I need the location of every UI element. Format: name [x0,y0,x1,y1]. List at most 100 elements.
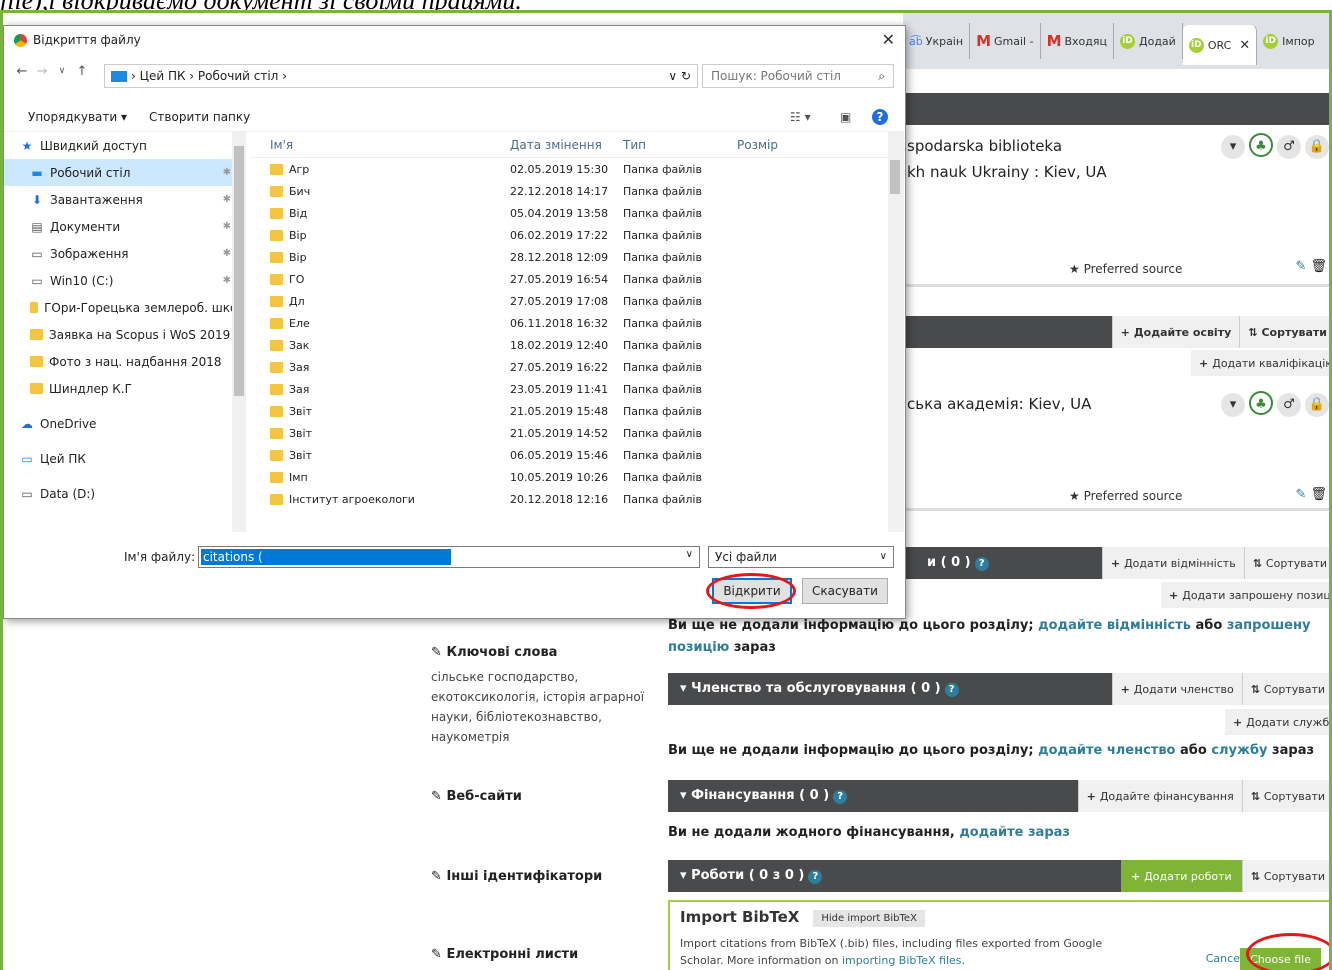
file-row[interactable]: Зак 18.02.2019 12:40 Папка файлів [250,334,890,356]
visibility-limited-icon[interactable]: ♂ [1277,135,1301,159]
help-icon[interactable]: ? [944,683,959,697]
file-type-select[interactable]: Усі файли ∨ [708,546,894,568]
nav-item[interactable]: Заявка на Scopus і WoS 2019 [4,321,245,348]
sort-button[interactable]: ⇅ Сортувати [1241,673,1329,705]
trusted-parties-icon[interactable]: ♣ [1249,391,1273,415]
nav-item[interactable]: ⬇ Завантаження ✱ [4,186,245,213]
tab-gmail[interactable]: M Gmail - [970,23,1041,59]
sort-button[interactable]: ⇅ Сортувати [1241,860,1329,892]
search-icon[interactable]: ⌕ [878,69,885,84]
importing-bibtex-link[interactable]: importing BibTeX files [842,954,962,967]
nav-item[interactable]: Фото з нац. надбання 2018 [4,348,245,375]
membership-title[interactable]: ▾ Членство та обслуговування ( 0 )? [668,681,1112,697]
funding-title[interactable]: ▾ Фінансування ( 0 )? [668,788,1078,804]
lock-icon[interactable]: 🔒 [1305,135,1329,159]
cancel-link[interactable]: Cancel [1206,952,1243,965]
breadcrumb-item[interactable]: Цей ПК [140,69,186,83]
add-funding-link[interactable]: додайте зараз [959,825,1070,840]
add-education-button[interactable]: + Додайте освіту [1111,316,1240,348]
close-icon[interactable]: ✕ [1239,38,1250,53]
file-row[interactable]: Зая 23.05.2019 11:41 Папка файлів [250,378,890,400]
tab-ukr[interactable]: a͡b Украін [903,23,971,59]
preview-pane-icon[interactable]: ▣ [840,110,851,124]
refresh-icon[interactable]: ∨ ↻ [668,69,691,83]
add-qualification-button[interactable]: + Додати кваліфікацію [1191,350,1329,376]
help-icon[interactable]: ? [833,790,848,804]
trusted-parties-icon[interactable]: ♣ [1249,133,1273,157]
visibility-limited-icon[interactable]: ♂ [1277,393,1301,417]
nav-item[interactable]: ☁ OneDrive [4,410,245,437]
cancel-button[interactable]: Скасувати [802,578,888,604]
file-row[interactable]: Звіт 06.05.2019 15:46 Папка файлів [250,444,890,466]
add-invited-position-button[interactable]: + Додати запрошену позицію [1161,582,1329,608]
tab-orcid[interactable]: iD ORC ✕ [1182,25,1258,65]
column-size[interactable]: Розмір [737,138,778,152]
file-row[interactable]: Інститут агроекологи 20.12.2018 12:16 Папк… [250,488,890,510]
edit-icon[interactable]: ✎ [431,789,442,804]
file-row[interactable]: Дл 27.05.2019 17:08 Папка файлів [250,290,890,312]
file-row[interactable]: Агр 02.05.2019 15:30 Папка файлів [250,158,890,180]
add-membership-button[interactable]: + Додати членство [1111,673,1242,705]
chevron-down-icon[interactable]: ∨ [52,66,72,76]
nav-item[interactable]: Шиндлер К.Г [4,375,245,402]
nav-item[interactable]: ▤ Документи ✱ [4,213,245,240]
file-row[interactable]: Еле 06.11.2018 16:32 Папка файлів [250,312,890,334]
help-icon[interactable]: ? [872,108,888,125]
help-icon[interactable]: ? [974,557,989,571]
back-arrow-icon[interactable]: ← [12,64,32,79]
help-icon[interactable]: ? [808,870,823,884]
up-arrow-icon[interactable]: ↑ [72,64,92,79]
trash-icon[interactable]: 🗑 [1310,259,1327,274]
column-date[interactable]: Дата змінення [510,138,623,152]
file-row[interactable]: Вір 28.12.2018 12:09 Папка файлів [250,246,890,268]
column-name[interactable]: Ім'я [250,138,510,152]
file-row[interactable]: Від 05.04.2019 13:58 Папка файлів [250,202,890,224]
works-title[interactable]: ▾ Роботи ( 0 з 0 )? [668,868,1121,884]
file-row[interactable]: Звіт 21.05.2019 14:52 Папка файлів [250,422,890,444]
nav-item[interactable]: ★ Швидкий доступ [4,132,245,159]
add-distinction-button[interactable]: + Додати відмінність [1101,547,1244,579]
column-type[interactable]: Тип [623,138,737,152]
scroll-thumb[interactable] [234,146,244,396]
scroll-thumb[interactable] [890,160,900,194]
add-works-button[interactable]: + Додати роботи [1120,860,1242,892]
new-folder-button[interactable]: Створити папку [149,110,250,124]
expand-icon[interactable]: ▾ [1221,393,1245,417]
trash-icon[interactable]: 🗑 [1310,487,1327,502]
nav-item[interactable]: ▭ Data (D:) [4,480,245,507]
search-input[interactable]: Пошук: Робочий стіл ⌕ [702,64,894,88]
nav-item[interactable]: ГОри-Горецька землероб. школ [4,294,245,321]
edit-icon[interactable]: ✎ [431,869,442,884]
tab-inbox[interactable]: M Входяц [1041,23,1114,59]
file-row[interactable]: Бич 22.12.2018 14:17 Папка файлів [250,180,890,202]
organize-button[interactable]: Упорядкувати ▾ [28,110,127,124]
file-row[interactable]: Зая 27.05.2019 16:22 Папка файлів [250,356,890,378]
file-row[interactable]: Імп 10.05.2019 10:26 Папка файлів [250,466,890,488]
edit-icon[interactable]: ✎ [431,947,442,962]
nav-item[interactable]: ▭ Win10 (C:) ✱ [4,267,245,294]
nav-scrollbar[interactable] [232,132,246,532]
edit-icon[interactable]: ✎ [1295,259,1306,274]
add-funding-button[interactable]: + Додайте фінансування [1077,780,1242,812]
nav-item[interactable]: ▬ Робочий стіл ✱ [4,159,245,186]
file-row[interactable]: ГО 27.05.2019 16:54 Папка файлів [250,268,890,290]
hide-import-button[interactable]: Hide import BibTeX [813,910,925,927]
tab-add[interactable]: iD Додай [1114,23,1183,59]
sort-button[interactable]: ⇅ Сортувати [1241,780,1329,812]
file-row[interactable]: Вір 06.02.2019 17:22 Папка файлів [250,224,890,246]
tab-import[interactable]: iD Імпор [1257,23,1320,59]
edit-icon[interactable]: ✎ [1295,487,1306,502]
close-icon[interactable]: ✕ [882,30,895,49]
awards-title[interactable]: и ( 0 )? [903,555,1102,571]
breadcrumb-item[interactable]: Робочий стіл [198,69,278,83]
nav-item[interactable]: ▭ Цей ПК [4,445,245,472]
lock-icon[interactable]: 🔒 [1305,393,1329,417]
breadcrumb[interactable]: › Цей ПК › Робочий стіл › ∨ ↻ [104,64,698,88]
file-scrollbar[interactable] [888,132,904,532]
sort-button[interactable]: ⇅ Сортувати [1243,547,1329,579]
add-service-button[interactable]: + Додати службу [1225,709,1329,735]
add-membership-link[interactable]: додайте членство [1038,743,1175,758]
chevron-down-icon[interactable]: ∨ [686,549,693,560]
filename-input[interactable]: citations (∨ [198,546,700,568]
add-distinction-link[interactable]: додайте відмінність [1038,618,1191,633]
